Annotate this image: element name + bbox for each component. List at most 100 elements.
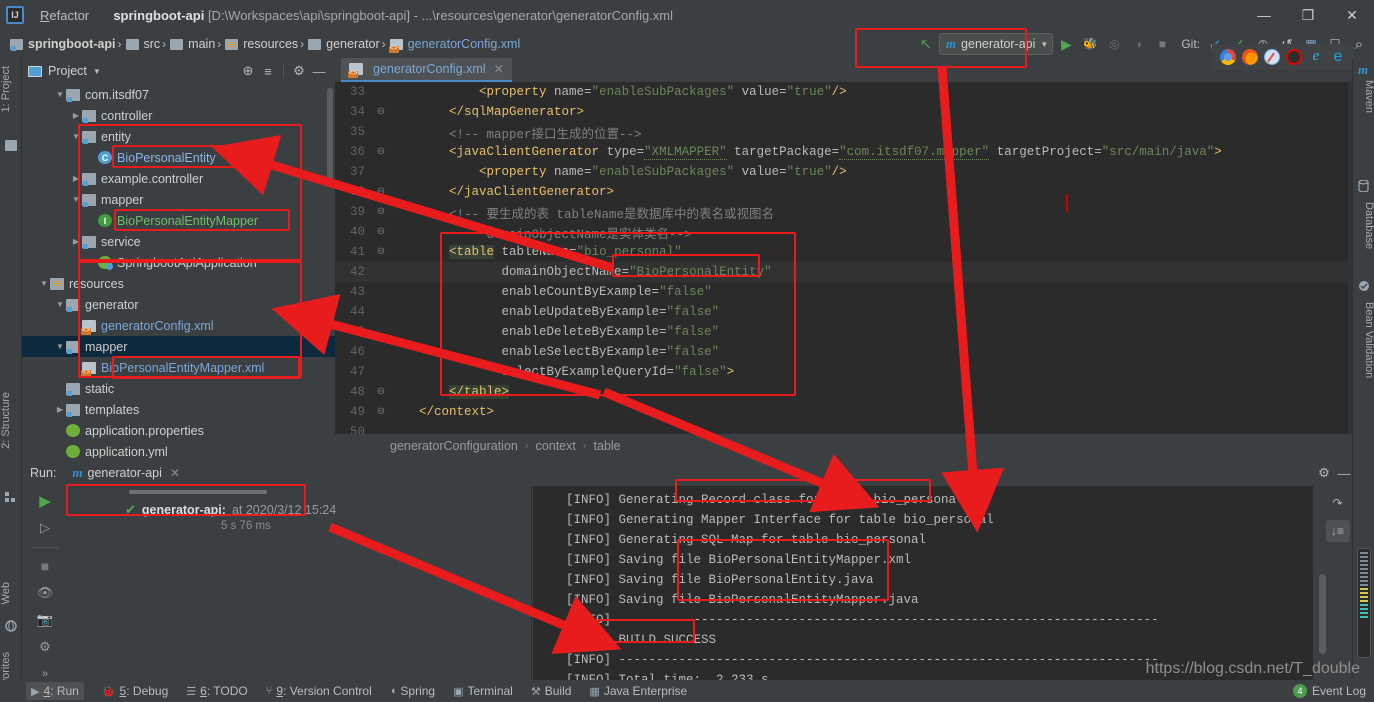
chevron-down-icon[interactable]: ▼ [38,279,50,288]
menu-refactor[interactable]: Refactor [32,4,99,27]
tree-item-static[interactable]: static [22,378,335,399]
chevron-down-icon[interactable]: ▼ [54,342,66,351]
console-scrollbar[interactable] [1319,574,1326,654]
line-number: 40 [349,225,365,239]
print-button[interactable]: 📷 [35,611,55,628]
run-button[interactable]: ▶ [1055,33,1077,55]
breadcrumb-item-generatorconfig-xml[interactable]: generatorConfig.xml [386,37,523,53]
chevron-right-icon[interactable]: ▶ [54,405,66,414]
chevron-down-icon[interactable]: ▼ [93,67,101,76]
fold-toggle-icon[interactable]: ⊖ [373,406,389,418]
breadcrumb-item-resources[interactable]: resources [221,37,300,51]
chevron-right-icon[interactable]: ▶ [70,111,82,120]
chevron-down-icon[interactable]: ▼ [54,90,66,99]
opera-icon[interactable] [1286,49,1302,65]
sidebar-item-web[interactable]: Web [0,578,22,608]
fold-toggle-icon[interactable]: ⊖ [373,106,389,118]
editor-breadcrumb[interactable]: generatorConfiguration › context › table [335,434,1362,458]
chevron-down-icon[interactable]: ▼ [54,300,66,309]
line-number: 33 [349,85,365,99]
run-tab-label[interactable]: generator-api [88,466,162,480]
hide-panel-icon[interactable]: — [309,61,329,81]
spring-icon: ◖ [389,685,397,697]
sidebar-item-project[interactable]: 1: Project [0,62,22,116]
soft-wrap-toggle-icon[interactable]: ↷ [1326,492,1350,514]
status-bar-item-5--debug[interactable]: 🐞 5: Debug [102,684,168,698]
console-output[interactable]: [INFO] Generating Record class for table… [533,486,1313,682]
close-icon[interactable]: ✕ [170,466,180,480]
sidebar-item-structure[interactable]: 2: Structure [0,388,22,453]
code-text: <!-- 要生成的表 tableName是数据库中的表名或视图名 [449,207,775,222]
maximize-button[interactable]: ❐ [1286,0,1330,30]
breadcrumb-item-springboot-api[interactable]: springboot-api [6,37,118,51]
breadcrumb-item-generator[interactable]: generator [304,37,382,51]
tab-generatorConfig-xml[interactable]: generatorConfig.xml ✕ [341,58,512,82]
breadcrumb-item-main[interactable]: main [166,37,217,51]
line-number: 37 [349,165,365,179]
event-log-indicator[interactable]: 4 Event Log [1292,680,1366,702]
code-text: <javaClientGenerator type="XMLMAPPER" ta… [449,145,1222,160]
sidebar-item-database[interactable]: Database [1353,198,1374,253]
scroll-to-end-icon[interactable]: ↓≡ [1325,520,1350,542]
tree-item-com-itsdf07[interactable]: ▼ com.itsdf07 [22,84,335,105]
fold-toggle-icon[interactable]: ⊖ [373,246,389,258]
clear-all-button[interactable]: ⚙ [35,638,55,655]
run-icon: ▶ [31,685,40,698]
close-icon[interactable]: ✕ [494,62,504,76]
status-bar-item-spring[interactable]: ◖ Spring [390,684,435,698]
status-bar-item-java-enterprise[interactable]: ▦ Java Enterprise [589,684,687,698]
annotation-run-node-box [66,484,306,516]
fold-toggle-icon[interactable]: ⊖ [373,206,389,218]
tree-item-controller[interactable]: ▶ controller [22,105,335,126]
fold-toggle-icon[interactable]: ⊖ [373,146,389,158]
debug-button[interactable]: 🐝 [1079,33,1101,55]
fold-toggle-icon[interactable]: ⊖ [373,186,389,198]
coverage-button[interactable]: ◎ [1103,33,1125,55]
status-bar-item-terminal[interactable]: ▣ Terminal [453,684,513,698]
code-line-37: 37 <property name="enableSubPackages" va… [335,162,1362,182]
scroll-from-source-icon[interactable]: ⊕ [238,61,258,81]
error-minimap [1357,548,1371,658]
gear-icon[interactable]: ⚙ [289,61,309,81]
close-button[interactable]: ✕ [1330,0,1374,30]
status-bar-item-4--run[interactable]: ▶ 4: Run [26,682,84,700]
ie-icon[interactable]: e [1308,49,1324,65]
status-bar-item-9--version-control[interactable]: ⑂ 9: Version Control [266,684,372,698]
tree-item-application-yml[interactable]: application.yml [22,441,335,458]
fold-toggle-icon[interactable]: ⊖ [373,226,389,238]
editor-breadcrumb-item-context[interactable]: context [536,439,576,453]
status-bar-item-6--todo[interactable]: ☰ 6: TODO [186,684,247,698]
edge-icon[interactable]: e [1330,49,1346,65]
gear-icon[interactable]: ⚙ [1314,463,1334,483]
soft-wrap-button[interactable]: 👁 [35,585,55,602]
sidebar-item-maven[interactable]: Maven [1353,76,1374,117]
stop-button[interactable]: ■ [35,558,55,575]
editor-breadcrumb-item-generatorconfiguration[interactable]: generatorConfiguration [390,439,518,453]
status-bar-item-label: Spring [400,684,436,698]
editor-breadcrumb-separator: › [582,440,587,452]
project-folder-icon [5,140,17,151]
bean-validation-icon [1358,280,1370,292]
folder-icon [66,403,80,417]
code-line-39: 39 ⊖ <!-- 要生成的表 tableName是数据库中的表名或视图名 [335,202,1362,222]
fold-toggle-icon[interactable]: ⊖ [373,386,389,398]
hide-panel-icon[interactable]: — [1334,463,1354,483]
project-tree-scrollbar[interactable] [327,88,333,183]
minimize-button[interactable]: — [1242,0,1286,30]
console-line-2: [INFO] Generating SQL Map for table bio_… [566,533,927,547]
collapse-all-icon[interactable]: ≡ [258,61,278,81]
chrome-icon[interactable] [1220,49,1236,65]
rerun-failed-tests-button[interactable]: ▷ [35,520,55,537]
profile-button[interactable]: ◑ [1127,33,1149,55]
firefox-icon[interactable] [1242,49,1258,65]
safari-icon[interactable] [1264,49,1280,65]
sidebar-item-bean-validation[interactable]: Bean Validation [1353,298,1374,382]
status-bar-item-build[interactable]: ⚒ Build [531,684,572,698]
editor-breadcrumb-item-table[interactable]: table [594,439,621,453]
window-title: springboot-api [D:\Workspaces\api\spring… [113,8,673,23]
rerun-button[interactable]: ▶ [35,492,55,510]
tree-item-templates[interactable]: ▶ templates [22,399,335,420]
tree-item-application-properties[interactable]: application.properties [22,420,335,441]
breadcrumb-item-src[interactable]: src [122,37,163,51]
stop-button[interactable]: ■ [1151,33,1173,55]
